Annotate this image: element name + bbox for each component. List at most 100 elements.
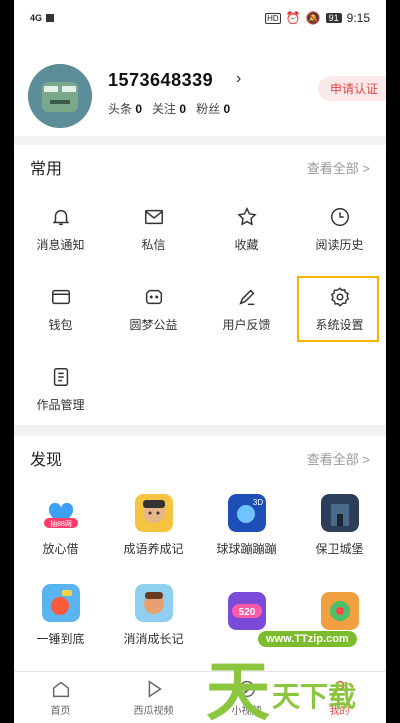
menu-item-label: 收藏 <box>234 237 259 252</box>
match-game-icon <box>134 583 173 622</box>
app-item[interactable]: 抽88两 放心借 <box>14 480 107 570</box>
menu-item-settings[interactable]: 系统设置 <box>293 269 386 349</box>
profile-header[interactable]: 1573648339 › 头条 0 关注 0 粉丝 0 申请认证 <box>14 36 386 136</box>
play-icon <box>148 680 162 698</box>
stat-value: 0 <box>223 102 231 116</box>
app-label: 球球蹦蹦蹦 <box>216 541 277 556</box>
stat-label: 关注 <box>152 102 177 116</box>
menu-item-label: 圆梦公益 <box>129 317 178 332</box>
app-item[interactable]: 一锤到底 <box>14 570 107 660</box>
bell-icon <box>52 209 69 225</box>
app-screen: 4G HD ⏰ 🔕 91 9:15 1573648339 › 头条 0 关注 0 <box>14 0 386 723</box>
common-grid: 消息通知 私信 收藏 阅读历史 钱包 圆梦公益 用户反馈 系统设置 作品管理 <box>14 189 386 429</box>
status-left: 4G <box>30 13 55 23</box>
menu-item-label: 作品管理 <box>36 397 85 412</box>
common-section: 常用 查看全部 > 消息通知 私信 收藏 阅读历史 钱包 圆梦公益 用户反馈 系… <box>14 145 386 425</box>
profile-stats: 头条 0 关注 0 粉丝 0 <box>108 100 230 117</box>
bottom-tab-bar: 首页 西瓜视频 小视频 我的 <box>14 671 386 723</box>
app-item[interactable]: 520 <box>200 570 293 660</box>
app-item[interactable]: 消消成长记 <box>107 570 200 660</box>
app-label: 成语养成记 <box>123 541 184 556</box>
menu-item-works[interactable]: 作品管理 <box>14 349 107 429</box>
chevron-right-icon[interactable]: › <box>236 70 241 88</box>
stat-following[interactable]: 关注 0 <box>152 100 186 117</box>
menu-item-label: 私信 <box>141 237 166 252</box>
app-label: 放心借 <box>42 541 79 556</box>
star-icon <box>236 206 257 226</box>
mute-icon: 🔕 <box>305 11 321 25</box>
bounce-ball-icon: 3D <box>227 493 266 532</box>
menu-item-label: 用户反馈 <box>222 317 271 332</box>
app-item[interactable]: 3D 球球蹦蹦蹦 <box>200 480 293 570</box>
status-time: 9:15 <box>346 11 370 25</box>
menu-item-charity[interactable]: 圆梦公益 <box>107 269 200 349</box>
menu-item-wallet[interactable]: 钱包 <box>14 269 107 349</box>
view-all-link[interactable]: 查看全部 > <box>307 158 370 177</box>
menu-item-label: 阅读历史 <box>315 237 364 252</box>
profile-icon <box>331 680 348 697</box>
tab-label: 首页 <box>50 706 71 717</box>
stat-label: 头条 <box>108 102 133 116</box>
menu-item-feedback[interactable]: 用户反馈 <box>200 269 293 349</box>
notification-icon <box>46 14 55 22</box>
status-bar: 4G HD ⏰ 🔕 91 9:15 <box>14 0 386 36</box>
idiom-game-icon <box>134 493 173 532</box>
hammer-game-icon <box>41 583 80 622</box>
stat-value: 0 <box>135 102 143 116</box>
menu-item-history[interactable]: 阅读历史 <box>293 189 386 269</box>
app-label: 保卫城堡 <box>315 541 364 556</box>
520-game-icon: 520 <box>227 592 266 630</box>
discover-grid: 抽88两 放心借 成语养成记 3D 球球蹦蹦蹦 保卫城堡 一锤到底 消消成长记 … <box>14 480 386 660</box>
alarm-icon: ⏰ <box>285 11 301 25</box>
tab-label: 我的 <box>329 706 350 717</box>
avatar[interactable] <box>28 64 92 128</box>
stat-fans[interactable]: 粉丝 0 <box>196 100 230 117</box>
tab-small-video[interactable]: 小视频 <box>200 672 293 723</box>
battery-icon: 91 <box>325 13 342 23</box>
app-badge: 520 <box>238 607 255 618</box>
clock-icon <box>330 207 349 226</box>
menu-item-favorites[interactable]: 收藏 <box>200 189 293 269</box>
app-item[interactable]: 保卫城堡 <box>293 480 386 570</box>
app-label: 一锤到底 <box>36 631 85 646</box>
section-title: 发现 <box>30 452 63 469</box>
hd-badge: HD <box>265 12 281 24</box>
document-icon <box>53 367 68 386</box>
status-right: HD ⏰ 🔕 91 9:15 <box>265 11 370 25</box>
tab-label: 小视频 <box>231 706 262 717</box>
app-item[interactable]: 成语养成记 <box>107 480 200 570</box>
common-header: 常用 查看全部 > <box>14 145 386 189</box>
stat-label: 粉丝 <box>196 102 221 116</box>
username[interactable]: 1573648339 <box>108 70 213 91</box>
view-all-link[interactable]: 查看全部 > <box>307 449 370 468</box>
tab-label: 西瓜视频 <box>133 706 174 717</box>
wallet-icon <box>51 289 70 304</box>
home-icon <box>52 681 69 698</box>
menu-item-messages[interactable]: 私信 <box>107 189 200 269</box>
loan-app-icon: 抽88两 <box>41 493 80 532</box>
feedback-icon <box>238 289 254 305</box>
tab-xigua-video[interactable]: 西瓜视频 <box>107 672 200 723</box>
section-title: 常用 <box>30 161 63 178</box>
apply-verification-button[interactable]: 申请认证 <box>317 76 386 101</box>
tab-home[interactable]: 首页 <box>14 672 107 723</box>
tab-mine[interactable]: 我的 <box>293 672 386 723</box>
app-item[interactable] <box>293 570 386 660</box>
app-badge: 3D <box>252 498 262 507</box>
charity-icon <box>145 289 162 304</box>
menu-item-label: 消息通知 <box>36 237 85 252</box>
signal-indicator: 4G <box>30 13 43 23</box>
stat-value: 0 <box>179 102 187 116</box>
flying-chess-icon <box>320 592 359 630</box>
discover-header: 发现 查看全部 > <box>14 436 386 480</box>
discover-section: 发现 查看全部 > 抽88两 放心借 成语养成记 3D 球球蹦蹦蹦 保卫城堡 一… <box>14 436 386 676</box>
app-label: 消消成长记 <box>123 631 184 646</box>
stat-headlines[interactable]: 头条 0 <box>108 100 142 117</box>
mail-icon <box>144 209 163 224</box>
small-video-icon <box>238 680 255 698</box>
app-badge: 抽88两 <box>50 519 72 528</box>
menu-item-label: 钱包 <box>48 317 73 332</box>
castle-game-icon <box>320 493 359 532</box>
menu-item-notifications[interactable]: 消息通知 <box>14 189 107 269</box>
selection-highlight <box>297 276 379 342</box>
